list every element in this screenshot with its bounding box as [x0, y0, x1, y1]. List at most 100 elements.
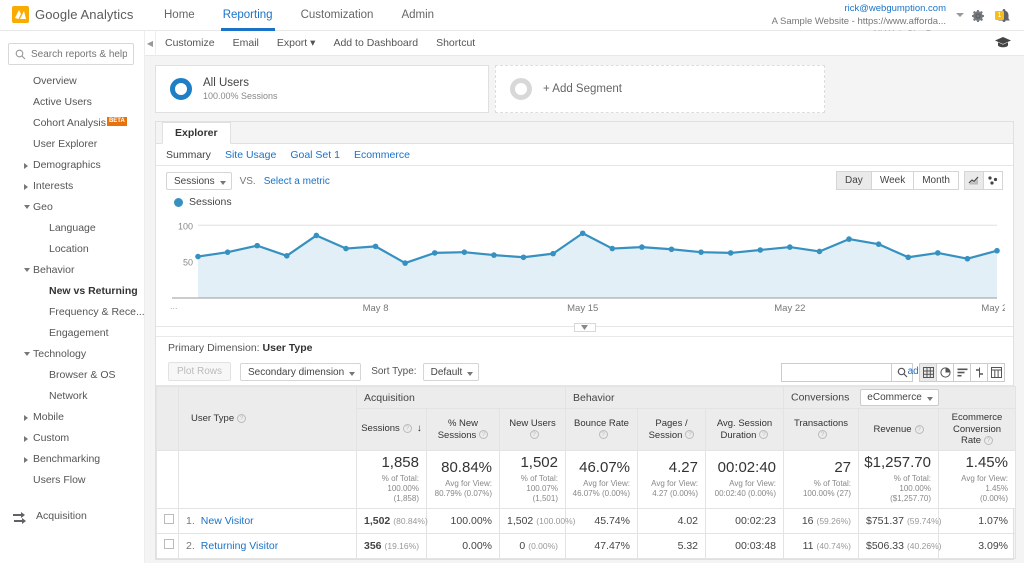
sidebar-item-overview[interactable]: Overview — [0, 71, 144, 92]
line-chart-icon[interactable] — [964, 171, 984, 190]
help-icon[interactable]: ? — [402, 424, 412, 434]
group-label: Behavior — [573, 391, 615, 404]
subtab-summary[interactable]: Summary — [166, 149, 211, 161]
column-header-new-sessions-pct[interactable]: % New Sessions? — [426, 408, 500, 451]
metric-percent: (100.00%) — [536, 515, 576, 526]
select-a-metric-link[interactable]: Select a metric — [264, 176, 330, 187]
subtab-site-usage[interactable]: Site Usage — [225, 149, 276, 161]
row-dimension-link[interactable]: Returning Visitor — [201, 540, 278, 552]
subtab-goal-set-1[interactable]: Goal Set 1 — [290, 149, 340, 161]
column-header-transactions[interactable]: Transactions? — [783, 408, 859, 451]
table-view-icon[interactable] — [919, 363, 937, 382]
dimension-header[interactable]: User Type? — [178, 386, 357, 451]
sidebar-item-geo[interactable]: Geo — [0, 197, 144, 218]
help-icon[interactable]: ? — [984, 436, 994, 446]
sidebar-item-engagement[interactable]: Engagement — [0, 323, 144, 344]
sidebar-item-acquisition[interactable]: Acquisition — [0, 501, 144, 531]
customize-button[interactable]: Customize — [156, 31, 224, 56]
help-icon[interactable]: ? — [914, 424, 924, 434]
column-header-revenue[interactable]: Revenue? — [858, 408, 939, 451]
sidebar-item-technology[interactable]: Technology — [0, 344, 144, 365]
metric-select[interactable]: Sessions — [166, 172, 232, 190]
row-metric-cell: 11 (40.74%) — [783, 532, 859, 559]
sidebar-item-new-vs-returning[interactable]: New vs Returning — [0, 281, 144, 302]
sidebar-item-custom[interactable]: Custom — [0, 428, 144, 449]
help-icon[interactable]: ? — [685, 430, 695, 440]
sidebar-item-mobile[interactable]: Mobile — [0, 407, 144, 428]
collapse-sidebar-button[interactable]: ◀ — [145, 31, 156, 56]
granularity-month[interactable]: Month — [913, 171, 959, 190]
sidebar-item-network[interactable]: Network — [0, 386, 144, 407]
column-header-ecommerce-conversion-rate[interactable]: Ecommerce Conversion Rate? — [938, 408, 1016, 451]
pie-view-icon[interactable] — [936, 363, 954, 382]
sidebar-item-users-flow[interactable]: Users Flow — [0, 470, 144, 491]
bar-view-icon[interactable] — [953, 363, 971, 382]
chevron-down-icon[interactable] — [956, 13, 964, 17]
row-checkbox[interactable] — [164, 539, 174, 549]
conversions-goal-select[interactable]: eCommerce — [860, 389, 939, 406]
help-icon[interactable]: ? — [598, 430, 608, 440]
column-header-pages-session[interactable]: Pages / Session? — [637, 408, 706, 451]
column-header-bounce-rate[interactable]: Bounce Rate? — [565, 408, 638, 451]
table-search-input[interactable] — [781, 363, 891, 382]
sidebar-item-language[interactable]: Language — [0, 218, 144, 239]
table-search[interactable] — [781, 363, 913, 382]
nav-home[interactable]: Home — [150, 0, 209, 31]
secondary-dimension-select[interactable]: Secondary dimension — [240, 362, 362, 381]
sidebar-item-demographics[interactable]: Demographics — [0, 155, 144, 176]
granularity-day[interactable]: Day — [836, 171, 872, 190]
chart-zoom-strip[interactable] — [156, 323, 1013, 336]
search-icon — [15, 49, 26, 59]
email-button[interactable]: Email — [224, 31, 268, 56]
comparison-view-icon[interactable] — [970, 363, 988, 382]
nav-customization[interactable]: Customization — [287, 0, 388, 31]
row-checkbox-cell[interactable] — [156, 507, 179, 534]
granularity-week[interactable]: Week — [870, 171, 915, 190]
notifications-icon[interactable]: 1 — [995, 8, 1012, 24]
primary-dimension-value[interactable]: User Type — [263, 342, 313, 354]
sidebar-item-user-explorer[interactable]: User Explorer — [0, 134, 144, 155]
table-row[interactable]: 1. New Visitor 1,502 (80.84%) 100.00% 1,502 (1… — [156, 507, 1016, 534]
column-header-sessions[interactable]: Sessions? ↓ — [356, 408, 427, 451]
export-button[interactable]: Export ▾ — [268, 31, 325, 56]
tab-explorer[interactable]: Explorer — [162, 122, 231, 144]
column-header-new-users[interactable]: New Users? — [499, 408, 566, 451]
segment-all-users[interactable]: All Users 100.00% Sessions — [155, 65, 489, 113]
sidebar-item-benchmarking[interactable]: Benchmarking — [0, 449, 144, 470]
sidebar-item-browser-os[interactable]: Browser & OS — [0, 365, 144, 386]
shortcut-button[interactable]: Shortcut — [427, 31, 484, 56]
sidebar-item-active-users[interactable]: Active Users — [0, 92, 144, 113]
help-icon[interactable]: ? — [529, 430, 539, 440]
column-header-avg-session-duration[interactable]: Avg. Session Duration? — [705, 408, 784, 451]
row-checkbox[interactable] — [164, 514, 174, 524]
add-segment-button[interactable]: + Add Segment — [495, 65, 825, 113]
table-row[interactable]: 2. Returning Visitor 356 (19.16%) 0.00% 0 (0.0… — [156, 532, 1016, 559]
motion-chart-icon[interactable] — [983, 171, 1003, 190]
graduation-cap-icon[interactable] — [994, 36, 1012, 53]
help-icon[interactable]: ? — [818, 430, 827, 440]
row-metric-cell: $751.37 (59.74%) — [858, 507, 941, 534]
sort-type-select[interactable]: Default — [422, 362, 480, 381]
legend-color-swatch — [174, 197, 183, 207]
pivot-view-icon[interactable] — [987, 363, 1005, 382]
nav-admin[interactable]: Admin — [387, 0, 448, 31]
nav-reporting[interactable]: Reporting — [209, 0, 287, 31]
sidebar-item-behavior[interactable]: Behavior — [0, 260, 144, 281]
subtab-ecommerce[interactable]: Ecommerce — [354, 149, 410, 161]
row-dimension-link[interactable]: New Visitor — [201, 515, 254, 527]
row-metric-cell: 1.07% — [938, 507, 1016, 534]
column-label: Revenue — [873, 423, 912, 435]
gear-icon[interactable] — [970, 8, 986, 24]
sidebar-item-frequency-recency[interactable]: Frequency & Rece... — [0, 302, 144, 323]
search-reports-box[interactable] — [8, 43, 134, 65]
help-icon[interactable]: ? — [237, 413, 247, 423]
sidebar-item-location[interactable]: Location — [0, 239, 144, 260]
sidebar-item-interests[interactable]: Interests — [0, 176, 144, 197]
help-icon[interactable]: ? — [759, 430, 769, 440]
add-to-dashboard-button[interactable]: Add to Dashboard — [324, 31, 427, 56]
search-input[interactable] — [31, 48, 127, 60]
sidebar-item-cohort-analysis[interactable]: Cohort Analysis BETA — [0, 113, 144, 134]
row-checkbox-cell[interactable] — [156, 532, 179, 559]
chart-zoom-handle[interactable] — [573, 323, 596, 332]
help-icon[interactable]: ? — [479, 430, 489, 440]
